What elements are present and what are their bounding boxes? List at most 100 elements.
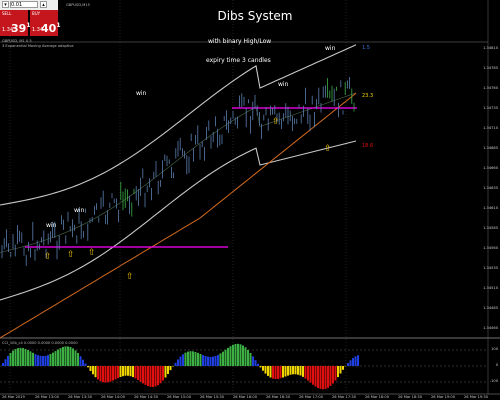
win-label: win <box>136 90 147 97</box>
histogram-bar <box>304 366 307 379</box>
price-tick-label: 1.34510 <box>483 286 498 290</box>
histogram-bar <box>197 352 199 366</box>
win-label: win <box>74 207 85 214</box>
histogram-bar <box>4 359 7 366</box>
time-tick-label: 26 Mar 16:30 <box>266 395 290 399</box>
histogram-bar <box>57 349 59 366</box>
histogram-bar <box>87 366 89 368</box>
price-tick-label: 1.34660 <box>483 166 498 170</box>
time-tick-label: 26 Mar 19:30 <box>464 395 488 399</box>
win-label: win <box>46 222 57 229</box>
histogram-bar <box>207 356 209 366</box>
buy-button[interactable]: BUY 1.34 401 <box>30 10 61 36</box>
histogram-bar <box>29 351 32 366</box>
histogram-bar <box>334 366 337 381</box>
histogram-bar <box>202 355 204 366</box>
histogram-bar <box>34 354 37 366</box>
histogram-bar <box>7 355 9 366</box>
time-tick-label: 26 Mar 2019 <box>2 395 25 399</box>
lot-decrease-button[interactable]: ▾ <box>2 1 9 8</box>
price-bars <box>1 77 355 266</box>
time-tick-label: 26 Mar 17:30 <box>332 395 356 399</box>
histogram-bar <box>22 348 24 366</box>
time-tick-label: 26 Mar 13:00 <box>35 395 59 399</box>
histogram-bar <box>229 346 232 366</box>
histogram-bar <box>167 366 169 374</box>
histogram-bar <box>324 366 327 389</box>
histogram-bar <box>117 366 119 379</box>
histogram-bar <box>92 366 94 375</box>
sell-button[interactable]: SELL 1.34 391 <box>0 10 31 36</box>
price-tick-label: 1.34735 <box>483 106 498 110</box>
indicator-tick-label: -100 <box>489 379 498 383</box>
histogram-bar <box>2 363 4 366</box>
histogram-bar <box>129 366 132 377</box>
histogram-bar <box>329 366 332 386</box>
histogram-bar <box>309 366 312 383</box>
price-tick-label: 1.34485 <box>483 306 498 310</box>
histogram-bar <box>337 366 339 378</box>
histogram-bar <box>317 366 319 388</box>
price-tick-label: 1.34760 <box>483 86 498 90</box>
lot-input[interactable]: 0.01 <box>10 1 38 8</box>
histogram-bar <box>212 356 214 366</box>
up-arrow-icon: ⇧ <box>67 250 75 260</box>
chart-title: Dibs System <box>217 9 293 23</box>
win-label: win <box>278 81 289 88</box>
histogram-bar <box>209 356 212 366</box>
lower-band-label: 18.6 <box>362 143 374 149</box>
histogram-bar <box>24 348 27 366</box>
up-arrow-icon: ⇧ <box>126 272 134 282</box>
histogram-bar <box>47 355 49 366</box>
histogram-bar <box>289 366 292 375</box>
histogram-bar <box>292 366 294 375</box>
histogram-bar <box>294 366 297 375</box>
histogram-bar <box>302 366 304 377</box>
histogram-bar <box>74 350 77 366</box>
histogram-bar <box>147 366 149 387</box>
histogram-bar <box>59 348 62 366</box>
histogram-bar <box>257 363 259 366</box>
histogram-bar <box>182 354 184 366</box>
lot-increase-button[interactable]: ▴ <box>40 1 47 8</box>
histogram-bar <box>122 366 124 377</box>
histogram-bar <box>112 366 114 381</box>
histogram-bar <box>247 349 249 366</box>
lower-band-line <box>0 140 357 301</box>
time-tick-label: 26 Mar 14:00 <box>101 395 125 399</box>
histogram-bar <box>222 351 224 366</box>
price-tick-label: 1.34585 <box>483 226 498 230</box>
histogram-bar <box>354 356 357 366</box>
histogram-bar <box>299 366 302 376</box>
indicator-tick-label: 100 <box>491 347 498 351</box>
price-tick-label: 1.34685 <box>483 146 498 150</box>
histogram-bar <box>9 353 12 366</box>
histogram-bar <box>14 349 17 366</box>
upper-band-line <box>0 44 357 206</box>
time-tick-label: 26 Mar 13:30 <box>68 395 92 399</box>
histogram-bar <box>219 353 222 366</box>
histogram-bar <box>322 366 324 390</box>
sell-label: SELL <box>2 11 12 16</box>
histogram-bar <box>142 366 144 384</box>
histogram-bar <box>259 366 262 368</box>
histogram-bar <box>52 352 54 366</box>
histogram-bar <box>94 366 97 378</box>
histogram-bar <box>234 344 237 366</box>
histogram-bar <box>297 366 299 375</box>
histogram-bar <box>99 366 102 382</box>
price-tick-label: 1.34785 <box>483 66 498 70</box>
histogram-bar <box>252 356 254 366</box>
histogram-bar <box>342 366 344 370</box>
histogram-bar <box>152 366 154 387</box>
chart-info-line3: 3 Exponential Moving Average adaptive <box>2 44 74 48</box>
histogram-bar <box>339 366 342 374</box>
middle-band-label: 23.3 <box>362 93 374 99</box>
histogram-bar <box>267 366 269 376</box>
histogram-bar <box>42 356 44 366</box>
time-tick-label: 26 Mar 16:00 <box>233 395 257 399</box>
histogram-bar <box>357 355 359 366</box>
moving-average-line <box>0 92 357 339</box>
time-tick-label: 26 Mar 18:00 <box>365 395 389 399</box>
price-tick-label: 1.34460 <box>483 326 498 330</box>
